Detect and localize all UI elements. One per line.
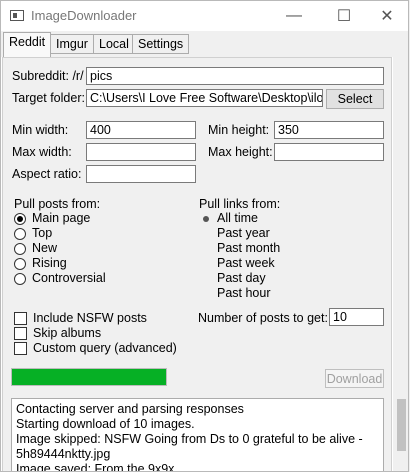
progress-fill (12, 369, 166, 385)
subreddit-label: Subreddit: /r/ (12, 69, 84, 83)
min-height-input[interactable]: 350 (274, 121, 384, 139)
max-width-input[interactable] (86, 143, 196, 161)
radio-new-label[interactable]: New (32, 241, 57, 255)
radio-main-page[interactable] (14, 213, 26, 225)
log-line: Image skipped: NSFW Going from Ds to 0 g… (16, 432, 363, 446)
radio-controversial-label[interactable]: Controversial (32, 271, 106, 285)
target-folder-input[interactable]: C:\Users\I Love Free Software\Desktop\il… (86, 89, 323, 107)
radio-new[interactable] (14, 243, 26, 255)
window-title: ImageDownloader (31, 8, 137, 23)
custom-query-label[interactable]: Custom query (advanced) (33, 341, 177, 355)
log-output[interactable]: Contacting server and parsing responses … (11, 398, 384, 472)
radio-top[interactable] (14, 228, 26, 240)
tab-reddit[interactable]: Reddit (3, 32, 52, 57)
app-icon (10, 10, 24, 21)
tab-strip: Reddit Imgur Local Settings (1, 31, 408, 57)
radio-main-page-label[interactable]: Main page (32, 211, 90, 225)
include-nsfw-label[interactable]: Include NSFW posts (33, 311, 147, 325)
custom-query-checkbox[interactable] (14, 342, 27, 355)
pull-posts-heading: Pull posts from: (14, 197, 101, 211)
aspect-ratio-label: Aspect ratio: (12, 167, 82, 181)
include-nsfw-checkbox[interactable] (14, 312, 27, 325)
close-button[interactable]: ✕ (364, 1, 408, 31)
subreddit-input[interactable]: pics (86, 67, 384, 85)
min-width-input[interactable]: 400 (86, 121, 196, 139)
min-width-label: Min width: (12, 123, 69, 137)
num-posts-label: Number of posts to get: (198, 311, 328, 325)
selected-dot-icon (203, 216, 209, 222)
link-past-day[interactable]: Past day (217, 271, 266, 285)
log-line: 5h89444nktty.jpg (16, 447, 111, 461)
skip-albums-checkbox[interactable] (14, 327, 27, 340)
min-height-label: Min height: (208, 123, 270, 137)
radio-top-label[interactable]: Top (32, 226, 52, 240)
radio-rising[interactable] (14, 258, 26, 270)
tab-imgur[interactable]: Imgur (50, 34, 94, 54)
scrollbar[interactable] (393, 57, 408, 471)
link-past-month[interactable]: Past month (217, 241, 280, 255)
link-past-hour[interactable]: Past hour (217, 286, 271, 300)
minimize-button[interactable]: — (271, 1, 317, 31)
aspect-ratio-input[interactable] (86, 165, 196, 183)
progress-bar (11, 368, 167, 386)
link-all-time[interactable]: All time (217, 211, 258, 225)
log-line: Image saved: From the 9x9x... (16, 462, 185, 472)
tab-local[interactable]: Local (93, 34, 135, 54)
max-height-input[interactable] (274, 143, 384, 161)
max-width-label: Max width: (12, 145, 72, 159)
log-line: Contacting server and parsing responses (16, 402, 244, 416)
radio-rising-label[interactable]: Rising (32, 256, 67, 270)
skip-albums-label[interactable]: Skip albums (33, 326, 101, 340)
title-bar[interactable]: ImageDownloader — ☐ ✕ (1, 1, 408, 31)
num-posts-input[interactable]: 10 (329, 308, 384, 326)
link-past-week[interactable]: Past week (217, 256, 275, 270)
app-window: ImageDownloader — ☐ ✕ Reddit Imgur Local… (0, 0, 409, 472)
download-button[interactable]: Download (325, 369, 384, 388)
log-line: Starting download of 10 images. (16, 417, 195, 431)
pull-links-heading: Pull links from: (199, 197, 281, 211)
max-height-label: Max height: (208, 145, 273, 159)
select-folder-button[interactable]: Select (326, 89, 384, 109)
target-folder-label: Target folder: (12, 91, 85, 105)
link-past-year[interactable]: Past year (217, 226, 270, 240)
radio-controversial[interactable] (14, 273, 26, 285)
scrollbar-thumb[interactable] (397, 399, 406, 451)
tab-settings[interactable]: Settings (132, 34, 190, 54)
maximize-button[interactable]: ☐ (321, 1, 367, 31)
